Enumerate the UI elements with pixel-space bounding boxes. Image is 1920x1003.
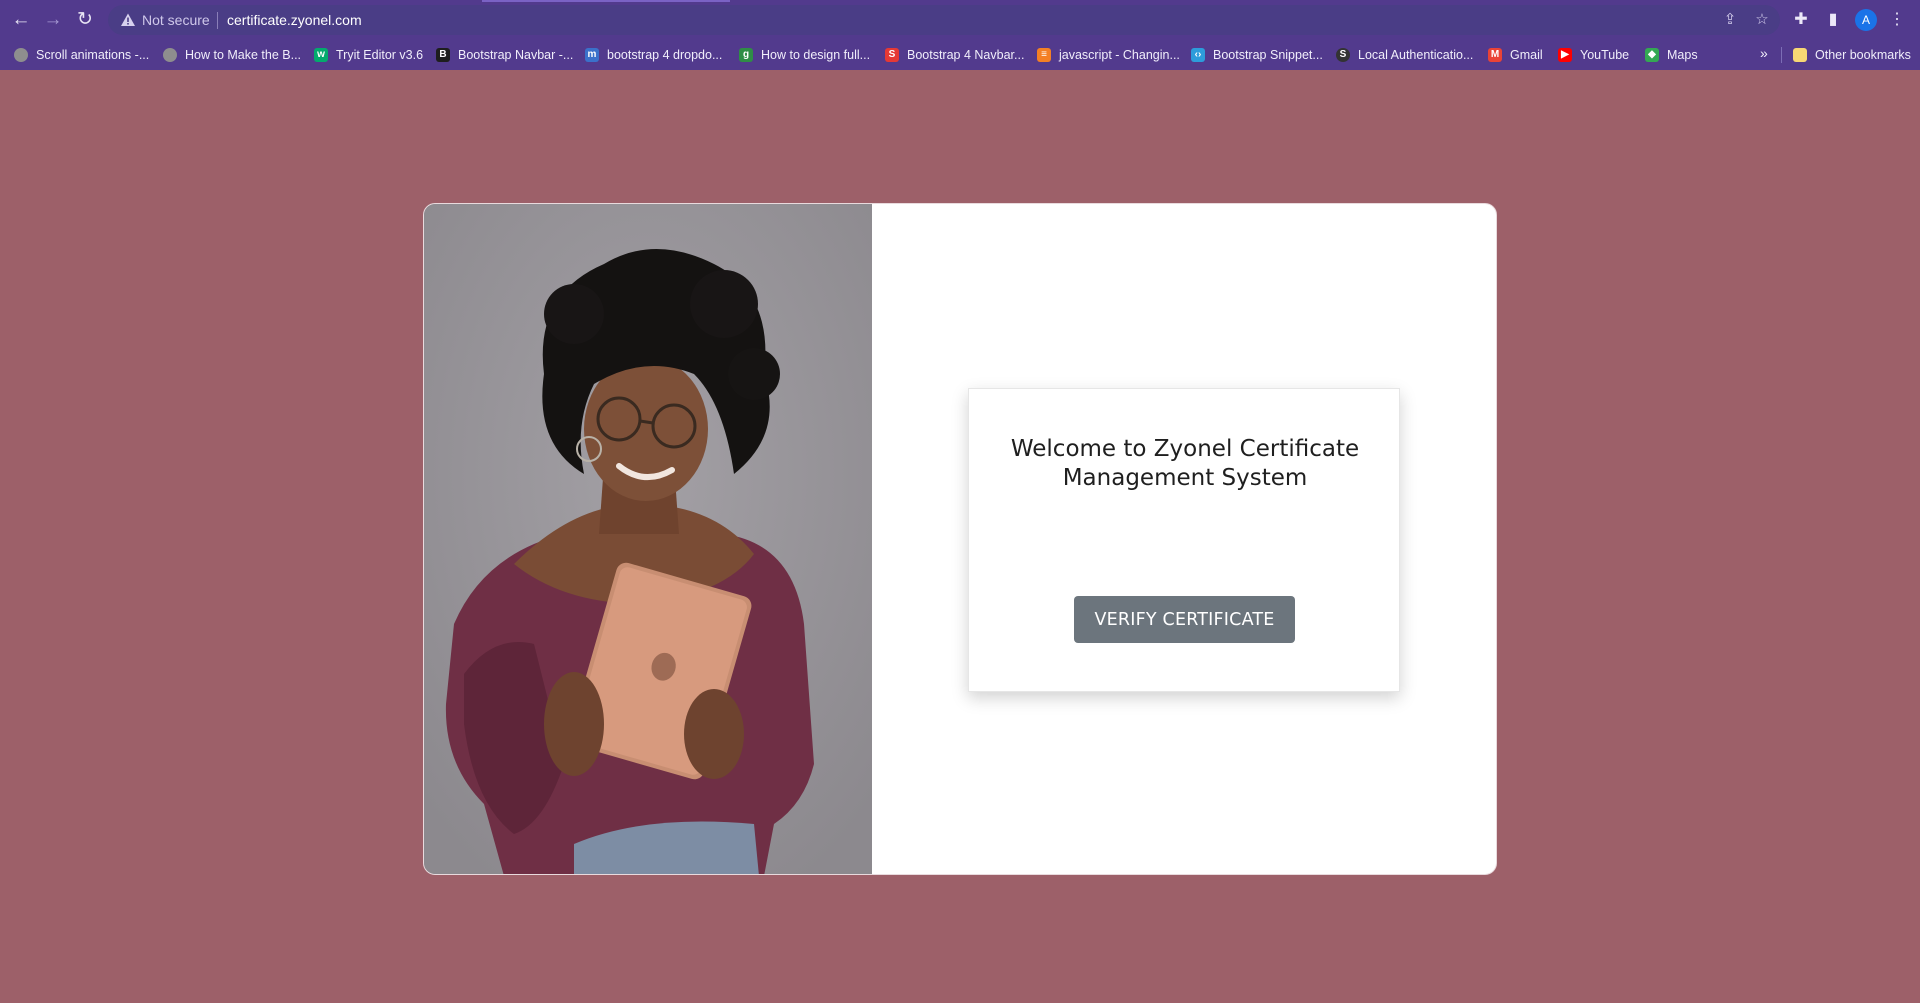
bookmark-label: Bootstrap Navbar -... (458, 48, 574, 62)
login-card: Welcome to Zyonel Certificate Management… (423, 203, 1497, 875)
bookmark-label: Scroll animations -... (36, 48, 150, 62)
bootstrap-icon: B (436, 48, 450, 62)
youtube-icon: ▶ (1558, 48, 1572, 62)
folder-icon (1793, 48, 1807, 62)
profile-avatar[interactable]: A (1855, 9, 1877, 31)
welcome-title: Welcome to Zyonel Certificate Management… (1010, 436, 1360, 491)
bookmarks-divider (1781, 47, 1782, 63)
globe-icon (14, 48, 28, 62)
bookmarks-bar: Scroll animations -... How to Make the B… (0, 40, 1920, 70)
address-bar[interactable]: Not secure certificate.zyonel.com ⇪ ☆ (108, 5, 1780, 35)
bookmark-item[interactable]: ‹› Bootstrap Snippet... (1191, 46, 1323, 64)
forward-arrow-icon[interactable]: → (41, 8, 65, 32)
warning-icon[interactable] (120, 12, 136, 28)
hero-image (424, 204, 872, 874)
bookmark-label: YouTube (1580, 48, 1630, 62)
bookmark-label: javascript - Changin... (1059, 48, 1180, 62)
active-tab-indicator (482, 0, 730, 2)
woman-with-tablet-illustration (424, 204, 872, 874)
bookmark-item[interactable]: m bootstrap 4 dropdo... (585, 46, 722, 64)
back-arrow-icon[interactable]: ← (9, 8, 33, 32)
bookmark-label: Maps (1667, 48, 1698, 62)
bookmark-label: Tryit Editor v3.6 (336, 48, 424, 62)
bookmark-label: Gmail (1510, 48, 1543, 62)
bookmark-item[interactable]: M Gmail (1488, 46, 1543, 64)
globe-icon (163, 48, 177, 62)
reload-icon[interactable]: ↻ (73, 8, 97, 32)
side-panel-icon[interactable]: ▮ (1822, 9, 1844, 31)
stackoverflow-icon: ≡ (1037, 48, 1051, 62)
bookmark-item[interactable]: B Bootstrap Navbar -... (436, 46, 573, 64)
mdb-icon: m (585, 48, 599, 62)
welcome-panel: Welcome to Zyonel Certificate Management… (968, 388, 1400, 692)
bookmark-label: Bootstrap Snippet... (1213, 48, 1323, 62)
bookmark-item[interactable]: Scroll animations -... (14, 46, 149, 64)
bookmark-star-icon[interactable]: ☆ (1753, 11, 1771, 29)
bookmark-item[interactable]: w Tryit Editor v3.6 (314, 46, 423, 64)
bookmark-item[interactable]: ▶ YouTube (1558, 46, 1629, 64)
address-divider (217, 12, 218, 29)
security-status[interactable]: Not secure (142, 11, 210, 29)
verify-certificate-button[interactable]: VERIFY CERTIFICATE (1074, 596, 1295, 643)
url-text[interactable]: certificate.zyonel.com (227, 11, 362, 29)
gmail-icon: M (1488, 48, 1502, 62)
extensions-puzzle-icon[interactable]: ✚ (1790, 9, 1812, 31)
bookmark-item[interactable]: g How to design full... (739, 46, 870, 64)
bookmark-item[interactable]: ◆ Maps (1645, 46, 1698, 64)
bookmark-label: bootstrap 4 dropdo... (607, 48, 723, 62)
bookmark-label: How to design full... (761, 48, 871, 62)
bookmark-item[interactable]: S Local Authenticatio... (1336, 46, 1473, 64)
w3schools-icon: w (314, 48, 328, 62)
bookmark-label: Bootstrap 4 Navbar... (907, 48, 1025, 62)
snippet-icon: ‹› (1191, 48, 1205, 62)
bookmark-label: Local Authenticatio... (1358, 48, 1474, 62)
bookmark-item[interactable]: How to Make the B... (163, 46, 301, 64)
other-bookmarks[interactable]: Other bookmarks (1793, 46, 1911, 64)
other-bookmarks-label: Other bookmarks (1815, 48, 1911, 62)
local-auth-icon: S (1336, 48, 1350, 62)
browser-toolbar: ← → ↻ Not secure certificate.zyonel.com … (0, 0, 1920, 40)
share-icon[interactable]: ⇪ (1721, 11, 1739, 29)
bookmark-item[interactable]: S Bootstrap 4 Navbar... (885, 46, 1024, 64)
more-bookmarks-chevron-icon[interactable]: » (1760, 45, 1768, 61)
maps-icon: ◆ (1645, 48, 1659, 62)
bookmark-item[interactable]: ≡ javascript - Changin... (1037, 46, 1180, 64)
browser-menu-icon[interactable]: ⋮ (1886, 9, 1908, 31)
s-icon: S (885, 48, 899, 62)
gfg-icon: g (739, 48, 753, 62)
bookmark-label: How to Make the B... (185, 48, 302, 62)
